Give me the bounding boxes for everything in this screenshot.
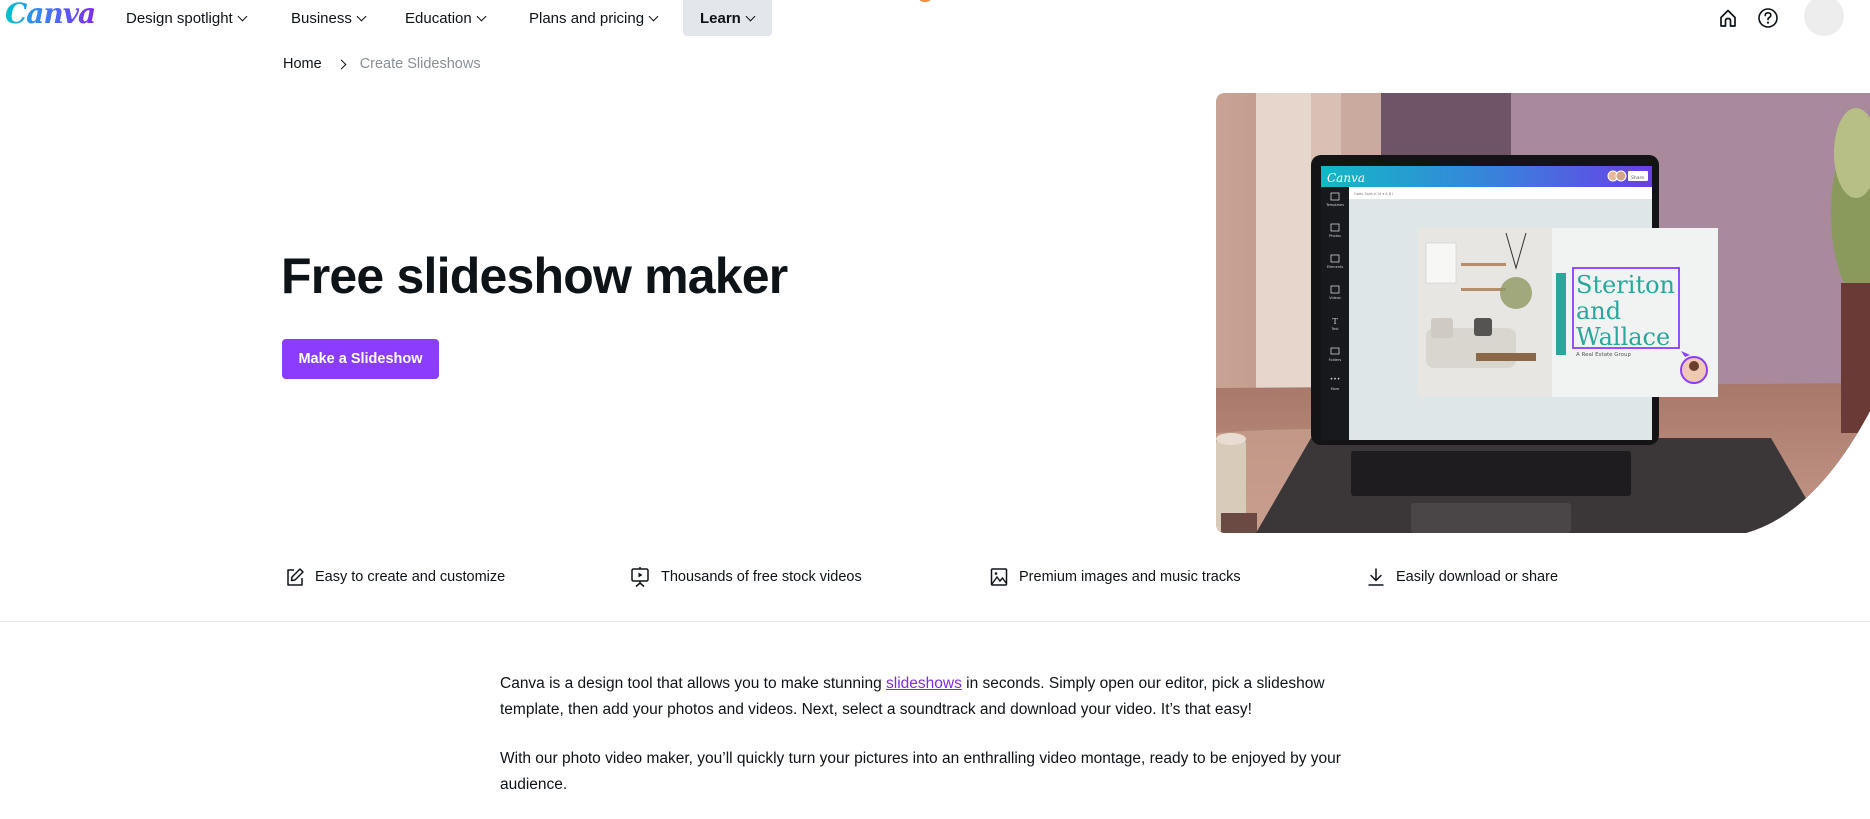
- chevron-down-icon: [648, 11, 659, 21]
- paragraph-text: Canva is a design tool that allows you t…: [500, 675, 887, 692]
- chevron-right-icon: [336, 59, 347, 69]
- features-row: Easy to create and customize Thousands o…: [0, 563, 1870, 591]
- feature-item: Premium images and music tracks: [989, 563, 1241, 591]
- feature-label: Premium images and music tracks: [1019, 569, 1241, 585]
- intro-paragraph: With our photo video maker, you’ll quick…: [500, 750, 1341, 793]
- nav-item-label: Design spotlight: [126, 9, 233, 27]
- make-a-slideshow-button[interactable]: Make a Slideshow: [282, 339, 439, 379]
- svg-text:Photos: Photos: [1329, 234, 1341, 238]
- pencil-edit-icon: [287, 568, 304, 586]
- nav-item-label: Plans and pricing: [529, 9, 645, 27]
- download-icon: [1368, 568, 1384, 586]
- nav-item-business[interactable]: Business: [291, 0, 367, 36]
- nav-item-label: Business: [291, 9, 352, 27]
- chevron-down-icon: [237, 11, 248, 21]
- section-divider: [0, 621, 1870, 622]
- nav-item-learn[interactable]: Learn: [683, 0, 772, 36]
- editor-share-button: Share: [1631, 175, 1644, 181]
- nav-item-plans-and-pricing[interactable]: Plans and pricing: [529, 0, 659, 36]
- svg-text:More: More: [1331, 387, 1340, 391]
- nav-item-education[interactable]: Education: [405, 0, 487, 36]
- feature-item: Easily download or share: [1366, 563, 1558, 591]
- intro-copy: Canva is a design tool that allows you t…: [500, 671, 1360, 819]
- help-icon: [1758, 8, 1778, 28]
- feature-label: Easily download or share: [1396, 569, 1559, 585]
- home-icon: [1720, 9, 1736, 27]
- nav-item-label: Learn: [700, 9, 741, 27]
- laptop-editor-illustration: Canva Share Templates Photos Elements Vi…: [1216, 93, 1870, 533]
- chevron-down-icon: [356, 11, 367, 21]
- svg-text:Open Sans ▾ 14 ▾ A B I: Open Sans ▾ 14 ▾ A B I: [1354, 192, 1393, 196]
- slideshows-link[interactable]: slideshows: [886, 675, 962, 692]
- hero-image: Canva Share Templates Photos Elements Vi…: [1216, 93, 1870, 533]
- avatar[interactable]: [1804, 0, 1844, 36]
- slide-title-line: Wallace: [1576, 323, 1670, 351]
- svg-text:Videos: Videos: [1329, 296, 1341, 300]
- page-title: Free slideshow maker: [281, 248, 788, 304]
- home-button[interactable]: [1716, 6, 1740, 30]
- presentation-video-icon: [631, 567, 649, 588]
- breadcrumb-current: Create Slideshows: [359, 56, 481, 72]
- chevron-down-icon: [476, 11, 487, 21]
- slide-subtitle: A Real Estate Group: [1576, 352, 1632, 358]
- top-navigation: Canva Design spotlight Business Educatio…: [0, 0, 1870, 36]
- svg-text:•••: •••: [1330, 376, 1341, 383]
- breadcrumb-home-link[interactable]: Home: [283, 56, 322, 72]
- nav-item-design-spotlight[interactable]: Design spotlight: [126, 0, 248, 36]
- slide-title-line: Steriton: [1576, 271, 1675, 299]
- editor-logo: Canva: [1327, 171, 1365, 185]
- nav-item-label: Education: [405, 9, 472, 27]
- slide-title-line: and: [1576, 297, 1621, 325]
- feature-label: Thousands of free stock videos: [661, 569, 862, 585]
- svg-text:Templates: Templates: [1325, 203, 1344, 207]
- feature-item: Thousands of free stock videos: [629, 563, 862, 591]
- svg-text:T: T: [1332, 317, 1338, 326]
- help-button[interactable]: [1756, 6, 1780, 30]
- intro-paragraph: Canva is a design tool that allows you t…: [500, 671, 1360, 723]
- notification-dot: [918, 0, 932, 2]
- breadcrumb: Home Create Slideshows: [283, 56, 481, 72]
- feature-item: Easy to create and customize: [285, 563, 505, 591]
- svg-text:Folders: Folders: [1329, 358, 1342, 362]
- svg-text:Text: Text: [1330, 327, 1339, 331]
- feature-label: Easy to create and customize: [315, 569, 506, 585]
- image-icon: [990, 568, 1008, 586]
- svg-text:Elements: Elements: [1327, 265, 1343, 269]
- canva-logo[interactable]: Canva: [5, 0, 96, 30]
- chevron-down-icon: [745, 11, 756, 21]
